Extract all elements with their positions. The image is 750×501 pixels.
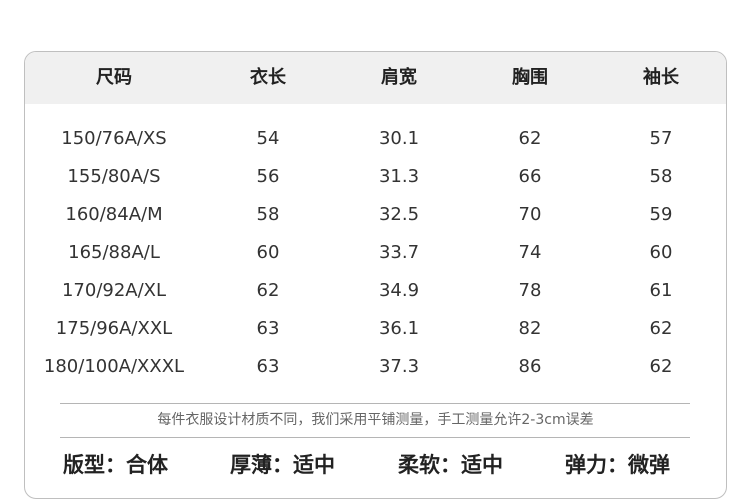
divider-top (60, 403, 690, 404)
header-length: 衣长 (250, 67, 286, 88)
attribute-thickness-label: 厚薄： (230, 453, 293, 477)
attribute-fit-value: 合体 (126, 453, 168, 477)
cell-sleeve: 60 (649, 242, 673, 263)
attribute-softness: 柔软：适中 (398, 448, 503, 482)
attribute-elasticity-label: 弹力： (565, 453, 628, 477)
attribute-elasticity-value: 微弹 (628, 453, 670, 477)
attribute-thickness-value: 适中 (293, 453, 335, 477)
cell-sleeve: 62 (649, 356, 673, 377)
table-header: 尺码 衣长 肩宽 胸围 袖长 (25, 52, 726, 104)
cell-sleeve: 59 (649, 204, 673, 225)
table-row: 150/76A/XS 54 30.1 62 57 (25, 120, 726, 158)
table-row: 155/80A/S 56 31.3 66 58 (25, 158, 726, 196)
size-chart-card: 尺码 衣长 肩宽 胸围 袖长 150/76A/XS 54 30.1 62 57 … (24, 51, 727, 499)
divider-bottom (60, 437, 690, 438)
header-sleeve: 袖长 (643, 67, 679, 88)
header-size: 尺码 (96, 67, 132, 88)
header-shoulder: 肩宽 (381, 67, 417, 88)
table-row: 165/88A/L 60 33.7 74 60 (25, 234, 726, 272)
cell-sleeve: 62 (649, 318, 673, 339)
table-row: 175/96A/XXL 63 36.1 82 62 (25, 310, 726, 348)
attribute-thickness: 厚薄：适中 (230, 448, 335, 482)
cell-sleeve: 58 (649, 166, 673, 187)
cell-sleeve: 57 (649, 128, 673, 149)
cell-sleeve: 61 (649, 280, 673, 301)
attribute-fit: 版型：合体 (63, 448, 168, 482)
table-row: 180/100A/XXXL 63 37.3 86 62 (25, 348, 726, 386)
attribute-softness-value: 适中 (461, 453, 503, 477)
measurement-note: 每件衣服设计材质不同，我们采用平铺测量，手工测量允许2-3cm误差 (157, 412, 594, 428)
table-row: 170/92A/XL 62 34.9 78 61 (25, 272, 726, 310)
header-chest: 胸围 (512, 67, 548, 88)
attribute-fit-label: 版型： (63, 453, 126, 477)
table-row: 160/84A/M 58 32.5 70 59 (25, 196, 726, 234)
attribute-elasticity: 弹力：微弹 (565, 448, 670, 482)
attribute-softness-label: 柔软： (398, 453, 461, 477)
